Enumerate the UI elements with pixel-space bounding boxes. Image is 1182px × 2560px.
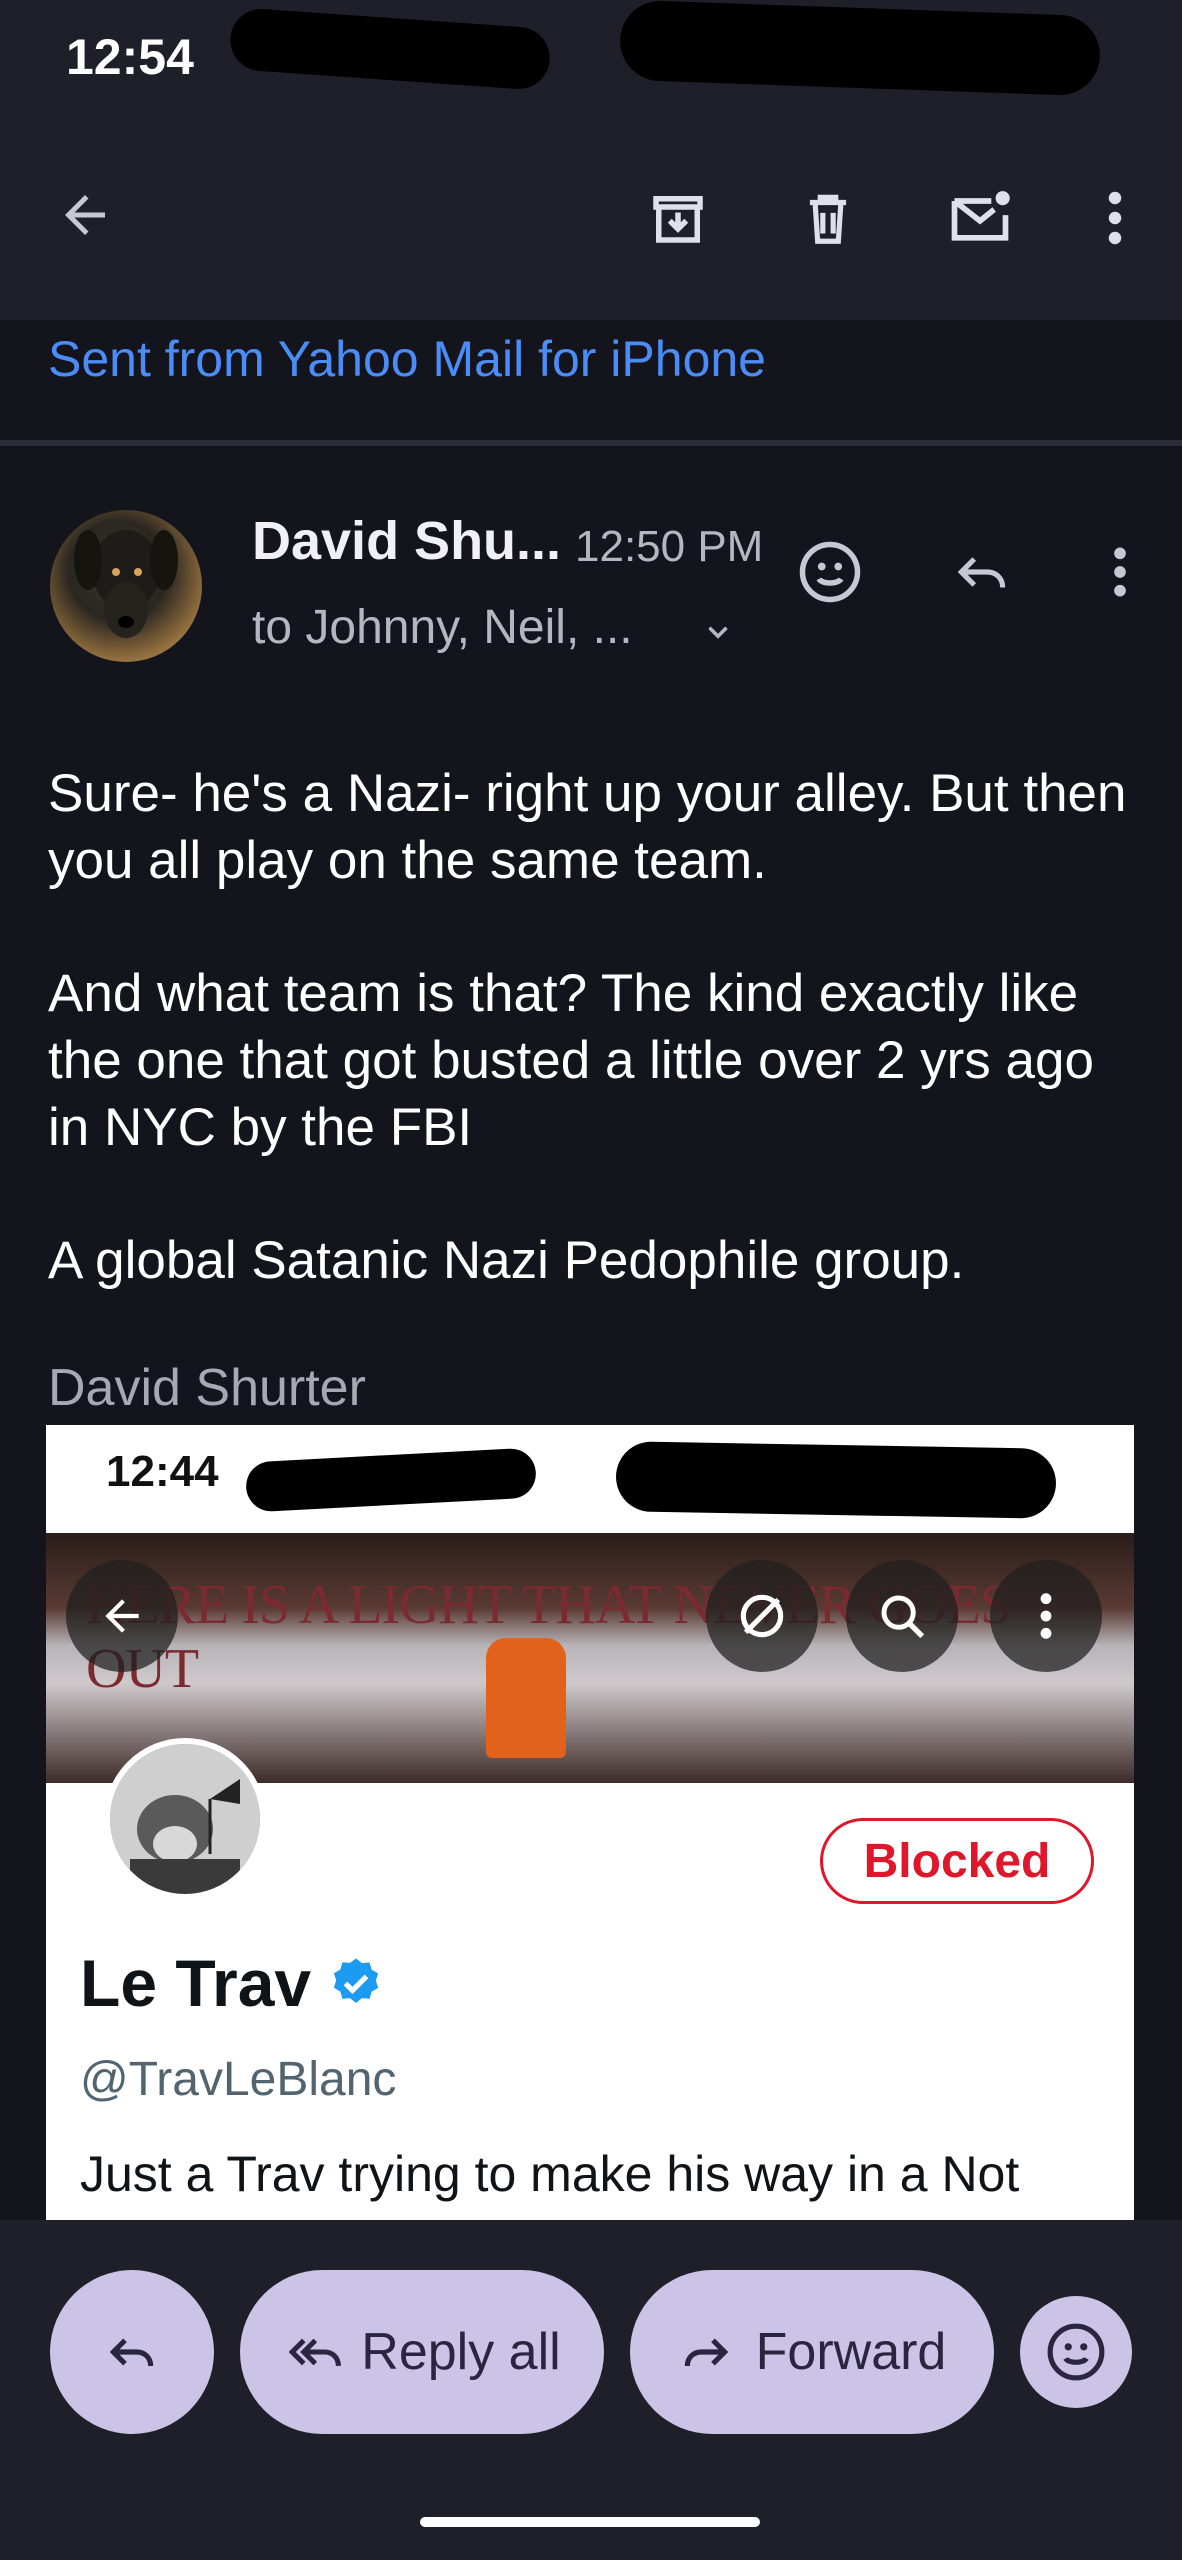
reply-button[interactable]: [940, 530, 1024, 614]
slash-circle-icon: [740, 1594, 784, 1638]
embedded-screenshot[interactable]: 12:44 HERE IS A LIGHT THAT NEVER GOES OU…: [46, 1425, 1134, 2220]
yahoo-signature-link[interactable]: Sent from Yahoo Mail for iPhone: [48, 330, 766, 388]
screenshot-search-button: [846, 1560, 958, 1672]
forward-button[interactable]: Forward: [630, 2270, 994, 2434]
back-arrow-icon: [65, 195, 105, 235]
body-paragraph: Sure- he's a Nazi- right up your alley. …: [48, 764, 1127, 890]
screenshot-grok-button: [706, 1560, 818, 1672]
reply-all-icon: [288, 2338, 342, 2367]
trash-icon: [809, 194, 847, 244]
message-more-button[interactable]: [1090, 530, 1150, 614]
archive-icon: [653, 196, 703, 243]
search-icon: [881, 1595, 925, 1639]
body-paragraph: And what team is that? The kind exactly …: [48, 964, 1094, 1157]
profile-name: Le Trav: [80, 1946, 312, 2020]
chevron-down-icon: [708, 626, 728, 639]
screenshot-more-button: [990, 1560, 1102, 1672]
body-paragraph: A global Satanic Nazi Pedophile group.: [48, 1231, 965, 1290]
redaction-mark: [618, 0, 1102, 97]
delete-button[interactable]: [780, 170, 876, 266]
signature-name: David Shurter: [48, 1359, 366, 1417]
screenshot-status-time: 12:44: [106, 1447, 219, 1496]
back-button[interactable]: [40, 170, 130, 260]
verified-badge-icon: [328, 1955, 384, 2011]
status-time: 12:54: [66, 29, 194, 85]
profile-bio: Just a Trav trying to make his way in a …: [80, 2146, 1020, 2202]
reply-all-button[interactable]: Reply all: [240, 2270, 604, 2434]
redaction-mark: [615, 1441, 1057, 1519]
dog-with-flag-image: [110, 1744, 260, 1894]
dog-avatar-image: [74, 530, 178, 638]
screenshot-back-button: [66, 1560, 178, 1672]
forward-icon: [684, 2338, 728, 2367]
sender-avatar[interactable]: [50, 510, 202, 662]
add-reaction-button[interactable]: [788, 530, 872, 614]
banner-text: HERE IS A LIGHT THAT NEVER GOES OUT: [86, 1574, 1011, 1700]
reply-icon: [109, 2338, 154, 2367]
profile-handle: @TravLeBlanc: [80, 2053, 397, 2106]
profile-avatar: [104, 1738, 266, 1900]
emoji-icon: [1047, 2323, 1105, 2381]
forward-label: Forward: [755, 2323, 947, 2381]
more-vert-icon: [1108, 191, 1122, 245]
message-time: 12:50 PM: [575, 522, 764, 571]
redaction-mark: [244, 1447, 538, 1513]
more-vert-icon: [1114, 547, 1126, 597]
reply-all-label: Reply all: [361, 2323, 561, 2381]
recipient-details-toggle[interactable]: [690, 604, 746, 660]
back-arrow-icon: [105, 1599, 139, 1633]
recipients[interactable]: to Johnny, Neil, ...: [252, 600, 633, 655]
emoji-reaction-button[interactable]: [1020, 2296, 1132, 2408]
gesture-nav-handle[interactable]: [420, 2517, 760, 2527]
archive-button[interactable]: [630, 170, 726, 266]
more-vert-icon: [1040, 1593, 1052, 1639]
reply-pill-button[interactable]: [50, 2270, 214, 2434]
reply-icon: [957, 557, 1006, 588]
more-options-button[interactable]: [1080, 170, 1150, 266]
blocked-button: Blocked: [820, 1818, 1094, 1904]
message-body: Sure- he's a Nazi- right up your alley. …: [48, 760, 1138, 1360]
mail-unread-icon: [951, 191, 1010, 241]
mark-unread-button[interactable]: [930, 170, 1030, 266]
emoji-icon: [799, 541, 861, 603]
banner-figure: [486, 1638, 566, 1758]
sender-name: David Shu...: [252, 511, 562, 571]
